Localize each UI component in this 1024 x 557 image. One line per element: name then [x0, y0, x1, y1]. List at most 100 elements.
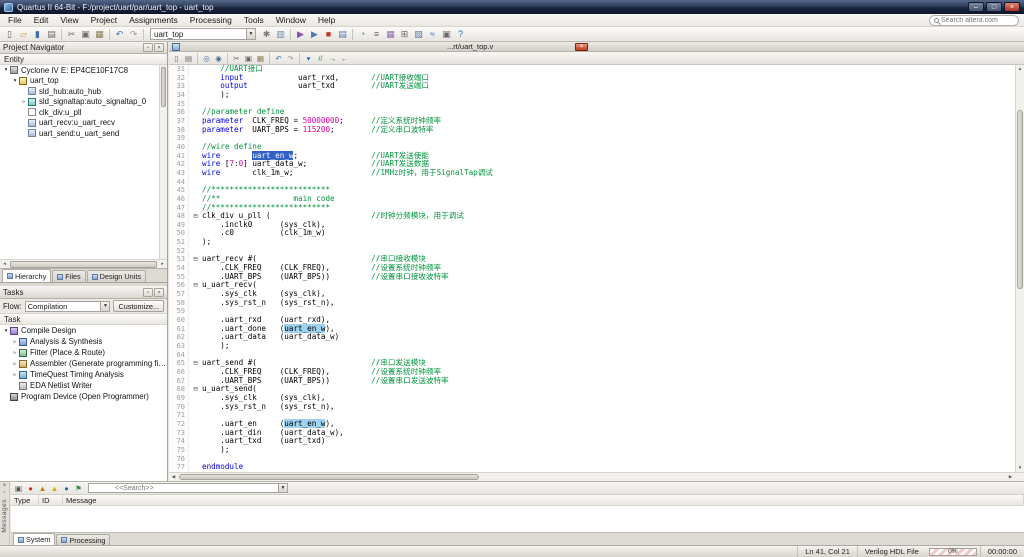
message-column-id[interactable]: ID — [39, 495, 63, 505]
new-doc-icon[interactable]: ▯ — [171, 53, 182, 64]
print-doc-icon[interactable]: ▤ — [183, 53, 194, 64]
minimize-button[interactable]: – — [968, 2, 984, 12]
scrollbar-thumb[interactable] — [161, 67, 166, 107]
code-line[interactable]: 77endmodule — [169, 463, 1015, 472]
expand-arrow-icon[interactable]: ▹ — [11, 361, 19, 367]
task-item[interactable]: ▾Compile Design — [0, 325, 167, 336]
document-title-bar[interactable]: ...rt/uart_top.v × — [169, 42, 1024, 52]
message-column-type[interactable]: Type — [11, 495, 39, 505]
task-item[interactable]: ▹Fitter (Place & Route) — [0, 347, 167, 358]
project-dropdown[interactable]: uart_top ▼ — [150, 28, 256, 40]
code-line[interactable]: 62 .uart_data (uart_data_w) — [169, 333, 1015, 342]
start-analysis-icon[interactable]: ▶ — [308, 28, 321, 41]
settings-icon[interactable]: ✱ — [260, 28, 273, 41]
close-panel-icon[interactable]: × — [154, 288, 164, 297]
collapse-arrow-icon[interactable]: ▾ — [2, 328, 10, 334]
scroll-left-icon[interactable]: ◂ — [0, 261, 9, 267]
navigator-vscrollbar[interactable] — [159, 65, 167, 259]
messages-body[interactable] — [11, 506, 1024, 532]
fold-marker-icon[interactable]: ⊟ — [189, 212, 202, 221]
assignment-editor-icon[interactable]: ▥ — [274, 28, 287, 41]
scrollbar-thumb[interactable] — [179, 474, 479, 480]
task-item[interactable]: ▹TimeQuest Timing Analysis — [0, 369, 167, 380]
code-editor[interactable]: 31 //UART接口32 input uart_rxd, //UART接收端口… — [169, 65, 1024, 472]
scroll-right-icon[interactable]: ▶ — [1006, 473, 1015, 481]
close-button[interactable]: × — [1004, 2, 1020, 12]
entity-column-header[interactable]: Entity — [0, 54, 167, 65]
editor-hscrollbar[interactable]: ◀ ▶ — [169, 472, 1024, 481]
cut-icon[interactable]: ✂ — [65, 28, 78, 41]
project-tree-item[interactable]: clk_div:u_pll — [0, 107, 167, 118]
expand-arrow-icon[interactable]: ▹ — [20, 99, 28, 105]
outdent-icon[interactable]: ← — [339, 53, 350, 64]
new-file-icon[interactable]: ▯ — [3, 28, 16, 41]
code-line[interactable]: 33 output uart_txd //UART发送端口 — [169, 82, 1015, 91]
copy-icon[interactable]: ▣ — [79, 28, 92, 41]
project-tree-item[interactable]: ▾uart_top — [0, 76, 167, 87]
signaltap-icon[interactable]: ≈ — [426, 28, 439, 41]
project-tree-item[interactable]: uart_send:u_uart_send — [0, 128, 167, 139]
project-tree-item[interactable]: ▾Cyclone IV E: EP4CE10F17C8 — [0, 65, 167, 76]
project-tree-item[interactable]: uart_recv:u_uart_recv — [0, 118, 167, 129]
menu-tools[interactable]: Tools — [238, 15, 270, 25]
tab-hierarchy[interactable]: Hierarchy — [2, 269, 51, 282]
task-item[interactable]: ▹Assembler (Generate programming files) — [0, 358, 167, 369]
scrollbar-thumb[interactable] — [1017, 110, 1023, 289]
tab-processing[interactable]: Processing — [56, 534, 110, 545]
chip-planner-icon[interactable]: ▦ — [384, 28, 397, 41]
timequest-icon[interactable]: ◔ — [356, 28, 369, 41]
start-compilation-icon[interactable]: ▶ — [294, 28, 307, 41]
expand-arrow-icon[interactable]: ▹ — [11, 339, 19, 345]
customize-button[interactable]: Customize... — [113, 300, 164, 312]
code-line[interactable]: 51); — [169, 238, 1015, 247]
undo-icon[interactable]: ↶ — [273, 53, 284, 64]
messages-search-box[interactable]: <<Search>> ▼ — [88, 483, 288, 493]
menu-file[interactable]: File — [2, 15, 28, 25]
find-icon[interactable]: ◎ — [201, 53, 212, 64]
stop-processing-icon[interactable]: ■ — [322, 28, 335, 41]
scrollbar-thumb[interactable] — [10, 261, 157, 268]
code-line[interactable]: 58 .sys_rst_n (sys_rst_n), — [169, 299, 1015, 308]
menu-processing[interactable]: Processing — [184, 15, 238, 25]
find-next-icon[interactable]: ◉ — [213, 53, 224, 64]
code-line[interactable]: 39 — [169, 134, 1015, 143]
scroll-left-icon[interactable]: ◀ — [169, 473, 178, 481]
message-column-message[interactable]: Message — [63, 495, 1024, 505]
code-line[interactable]: 76 — [169, 455, 1015, 464]
expand-arrow-icon[interactable]: ▹ — [11, 350, 19, 356]
pin-planner-icon[interactable]: ⊞ — [398, 28, 411, 41]
title-bar[interactable]: Quartus II 64-Bit - F:/project/uart/par/… — [0, 0, 1024, 14]
redo-icon[interactable]: ↷ — [127, 28, 140, 41]
redo-icon[interactable]: ↷ — [285, 53, 296, 64]
project-tree-item[interactable]: ▹sld_signaltap:auto_signaltap_0 — [0, 97, 167, 108]
chevron-down-icon[interactable]: ▼ — [100, 302, 109, 311]
info-filter-icon[interactable]: ● — [61, 483, 72, 494]
task-item[interactable]: ▹Analysis & Synthesis — [0, 336, 167, 347]
fold-marker-icon[interactable]: ⊟ — [189, 385, 202, 394]
code-line[interactable]: 55 .UART_BPS (UART_BPS)) //设置串口接收波特率 — [169, 273, 1015, 282]
tab-system[interactable]: System — [13, 533, 55, 545]
comment-icon[interactable]: // — [315, 53, 326, 64]
task-item[interactable]: Program Device (Open Programmer) — [0, 391, 167, 402]
netlist-viewer-icon[interactable]: ≡ — [370, 28, 383, 41]
help-icon[interactable]: ? — [454, 28, 467, 41]
compilation-report-icon[interactable]: ▤ — [336, 28, 349, 41]
filter-all-icon[interactable]: ▣ — [13, 483, 24, 494]
critical-warning-filter-icon[interactable]: ▲ — [37, 483, 48, 494]
dock-icon[interactable]: ▫ — [143, 43, 153, 52]
menu-edit[interactable]: Edit — [28, 15, 55, 25]
altera-search-box[interactable] — [929, 15, 1019, 26]
code-line[interactable]: 35 — [169, 100, 1015, 109]
chevron-down-icon[interactable]: ▼ — [246, 29, 255, 39]
code-line[interactable]: 70 .sys_rst_n (sys_rst_n), — [169, 403, 1015, 412]
programmer-icon[interactable]: ▧ — [412, 28, 425, 41]
tab-files[interactable]: Files — [52, 270, 85, 282]
chevron-down-icon[interactable]: ▼ — [278, 484, 287, 492]
menu-project[interactable]: Project — [85, 15, 123, 25]
tab-design-units[interactable]: Design Units — [87, 270, 146, 282]
code-line[interactable]: 67 .UART_BPS (UART_BPS)) //设置串口发送波特率 — [169, 377, 1015, 386]
search-input[interactable] — [941, 17, 1013, 24]
code-line[interactable]: 63 ); — [169, 342, 1015, 351]
scroll-down-icon[interactable]: ▼ — [1016, 464, 1024, 472]
project-tree-item[interactable]: sld_hub:auto_hub — [0, 86, 167, 97]
